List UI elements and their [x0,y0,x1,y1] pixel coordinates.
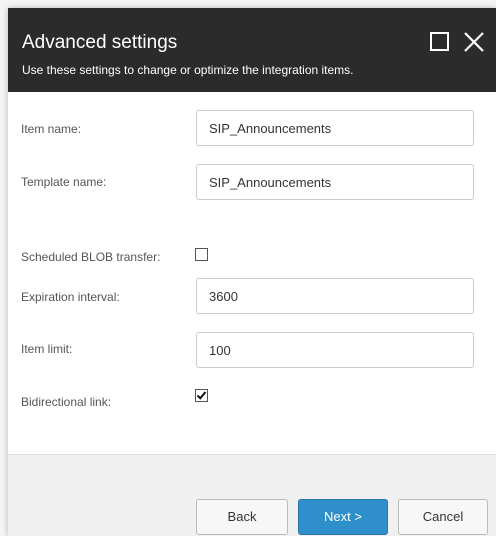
close-icon [464,32,484,52]
template-name-input[interactable] [196,164,474,200]
bidirectional-link-label: Bidirectional link: [21,395,112,409]
maximize-icon [430,32,449,51]
template-name-label: Template name: [21,175,107,189]
dialog-body: Item name: Template name: Scheduled BLOB… [8,92,496,454]
next-button[interactable]: Next > [298,499,388,535]
item-name-input[interactable] [196,110,474,146]
cancel-button[interactable]: Cancel [398,499,488,535]
expiration-interval-input[interactable] [196,278,474,314]
expiration-interval-label: Expiration interval: [21,290,120,304]
dialog-footer: Back Next > Cancel [8,454,496,536]
dialog-header: Advanced settings Use these settings to … [8,8,496,92]
back-button[interactable]: Back [196,499,288,535]
item-limit-label: Item limit: [21,342,73,356]
dialog-title: Advanced settings [22,32,178,53]
dialog-subtitle: Use these settings to change or optimize… [22,63,354,77]
close-button[interactable] [462,30,486,54]
item-limit-input[interactable] [196,332,474,368]
advanced-settings-dialog: Advanced settings Use these settings to … [8,8,496,536]
scheduled-blob-transfer-label: Scheduled BLOB transfer: [21,250,161,264]
item-name-label: Item name: [21,122,82,136]
scheduled-blob-transfer-checkbox[interactable] [195,248,208,261]
check-icon [196,391,207,400]
bidirectional-link-checkbox[interactable] [195,389,208,402]
maximize-button[interactable] [428,30,452,54]
